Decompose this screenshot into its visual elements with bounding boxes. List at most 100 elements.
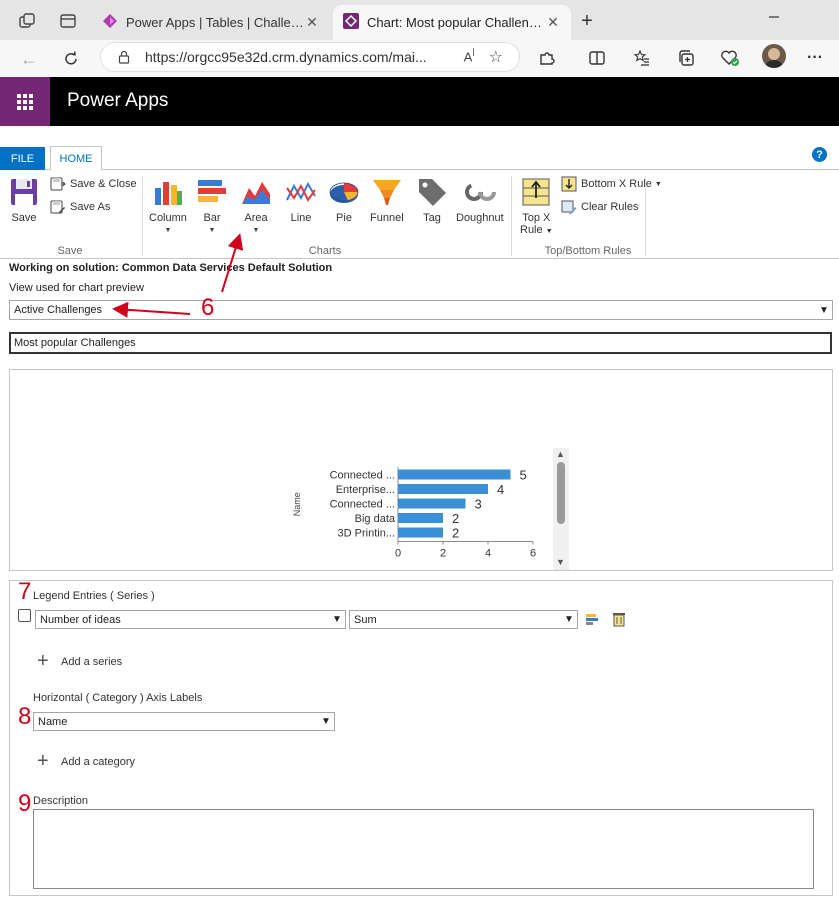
dropdown-caret-icon: ▼	[252, 227, 260, 234]
url-field[interactable]: https://orgcc95e32d.crm.dynamics.com/mai…	[100, 42, 520, 72]
description-textarea[interactable]	[33, 809, 814, 889]
column-chart-icon	[152, 176, 184, 208]
help-icon[interactable]: ?	[812, 147, 827, 162]
new-tab-icon[interactable]: +	[576, 10, 598, 32]
chart-type-label: Funnel	[370, 212, 404, 224]
area-chart-button[interactable]: Area ▼	[240, 176, 272, 234]
workspaces-icon[interactable]	[16, 10, 38, 32]
category-field-select[interactable]: Name ▼	[33, 712, 335, 731]
series-options-icon[interactable]	[585, 612, 599, 629]
tag-chart-button[interactable]: Tag	[416, 176, 448, 224]
doughnut-chart-icon	[464, 176, 496, 208]
close-tab-icon[interactable]: ✕	[304, 14, 320, 31]
x-tick-label: 4	[485, 548, 491, 560]
favorite-star-icon[interactable]: ☆	[489, 47, 503, 67]
delete-series-icon[interactable]	[612, 611, 626, 630]
series-field-value: Number of ideas	[40, 613, 121, 626]
more-options-icon[interactable]: ···	[803, 46, 827, 70]
close-tab-icon[interactable]: ✕	[545, 14, 561, 31]
series-checkbox[interactable]	[18, 609, 31, 622]
favorites-list-icon[interactable]	[630, 46, 654, 70]
lock-icon	[117, 50, 131, 64]
bottom-x-rule-button[interactable]: Bottom X Rule ▼	[561, 174, 662, 194]
chart-type-label: Tag	[423, 212, 441, 224]
bar-chart-button[interactable]: Bar ▼	[196, 176, 228, 234]
tab-file[interactable]: FILE	[0, 147, 45, 170]
doughnut-chart-button[interactable]: Doughnut	[456, 176, 504, 224]
read-aloud-icon[interactable]: Aꟾ	[464, 49, 475, 64]
save-close-button[interactable]: Save & Close	[50, 174, 137, 194]
chart-scrollbar-thumb[interactable]	[557, 462, 565, 524]
funnel-chart-icon	[371, 176, 403, 208]
top-x-label-line2: Rule ▼	[520, 224, 553, 236]
chart-type-label: Doughnut	[456, 212, 504, 224]
series-field-select[interactable]: Number of ideas ▼	[35, 610, 346, 629]
annotation-number: 9	[18, 790, 32, 817]
category-tick-label: Enterprise...	[336, 484, 395, 496]
minimize-window-icon[interactable]	[766, 9, 788, 31]
data-label: 5	[520, 468, 527, 483]
clear-rules-icon	[561, 199, 577, 215]
tab-home[interactable]: HOME	[50, 146, 102, 171]
x-tick-label: 6	[530, 548, 536, 560]
line-chart-button[interactable]: Line	[285, 176, 317, 224]
browser-tab-tables[interactable]: Power Apps | Tables | Challenge | ✕	[92, 5, 330, 40]
save-as-button[interactable]: Save As	[50, 197, 110, 217]
category-tick-label: 3D Printin...	[338, 528, 395, 540]
chart-type-label: Bar	[203, 212, 221, 224]
chart-preview: Connected ... 5 Enterprise... 4 Connected ..…	[292, 467, 536, 560]
save-close-icon	[50, 176, 66, 192]
view-select[interactable]: Active Challenges ▼	[9, 300, 833, 320]
aggregate-value: Sum	[354, 613, 377, 626]
chart-name-input[interactable]: Most popular Challenges	[9, 332, 832, 354]
ribbon-separator	[645, 176, 646, 256]
top-x-label-line1: Top X	[522, 212, 551, 224]
add-category-label: Add a category	[61, 755, 135, 768]
legend-entries-label: Legend Entries ( Series )	[33, 590, 155, 602]
chart-type-label: Area	[244, 212, 268, 224]
add-series-button[interactable]: + Add a series	[37, 650, 122, 673]
chart-type-label: Column	[149, 212, 187, 224]
funnel-chart-button[interactable]: Funnel	[370, 176, 404, 224]
save-button[interactable]: Save	[8, 176, 40, 224]
column-chart-button[interactable]: Column ▼	[149, 176, 187, 234]
charts-group-label: Charts	[308, 245, 342, 257]
save-group-label: Save	[57, 245, 83, 257]
chevron-down-icon: ▼	[564, 614, 574, 625]
save-as-label: Save As	[70, 201, 111, 213]
tab-actions-icon[interactable]	[57, 10, 79, 32]
category-tick-label: Connected ...	[330, 499, 395, 511]
tab-title: Power Apps | Tables | Challenge |	[126, 15, 304, 30]
data-label: 3	[475, 497, 482, 512]
collections-icon[interactable]	[674, 46, 698, 70]
bottom-x-label: Bottom X Rule	[581, 178, 652, 190]
browser-essentials-heart-icon[interactable]	[718, 46, 742, 70]
browser-tab-chart[interactable]: Chart: Most popular Challenges ✕	[333, 5, 571, 40]
clear-rules-button[interactable]: Clear Rules	[561, 197, 638, 217]
split-screen-icon[interactable]	[585, 46, 609, 70]
scroll-down-icon[interactable]: ▼	[556, 557, 565, 567]
ribbon-separator	[142, 176, 143, 256]
pie-chart-icon	[328, 176, 360, 208]
add-category-button[interactable]: + Add a category	[37, 750, 135, 773]
ribbon-tab-row	[0, 146, 839, 170]
add-series-label: Add a series	[61, 655, 123, 668]
app-launcher-waffle-icon[interactable]	[0, 77, 50, 126]
refresh-icon[interactable]	[58, 46, 84, 72]
dropdown-caret-icon: ▼	[164, 227, 172, 234]
annotation-number: 7	[18, 578, 32, 605]
scroll-up-icon[interactable]: ▲	[556, 449, 565, 459]
save-as-icon	[50, 199, 66, 215]
aggregate-select[interactable]: Sum ▼	[349, 610, 578, 629]
top-x-rule-icon	[520, 176, 552, 208]
extensions-icon[interactable]	[535, 46, 559, 70]
ribbon-separator	[511, 176, 512, 256]
profile-avatar[interactable]	[762, 44, 786, 68]
powerapps-tab-icon	[343, 13, 359, 32]
powerapps-tab-icon	[102, 13, 118, 32]
back-arrow-icon[interactable]: ←	[16, 46, 42, 72]
bar-chart-icon	[196, 176, 228, 208]
dropdown-caret-icon: ▼	[654, 180, 662, 188]
top-x-rule-button[interactable]: Top X Rule ▼	[520, 176, 553, 236]
pie-chart-button[interactable]: Pie	[328, 176, 360, 224]
